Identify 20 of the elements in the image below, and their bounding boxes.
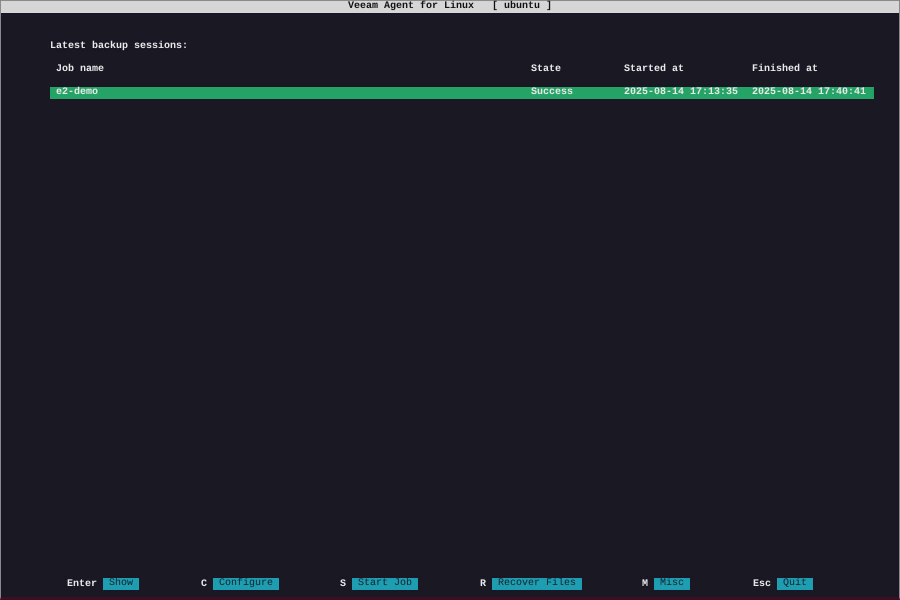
section-heading: Latest backup sessions: bbox=[50, 41, 190, 53]
shortcut-key: C bbox=[201, 578, 208, 590]
shortcut-button[interactable]: Show bbox=[103, 578, 140, 590]
host-name: [ ubuntu ] bbox=[492, 1, 552, 13]
shortcut-key: S bbox=[340, 578, 346, 590]
shortcut-key: Esc bbox=[753, 578, 772, 590]
column-header: State bbox=[531, 64, 562, 76]
session-row[interactable]: e2-demo Success 2025-08-14 17:13:35 2025-08-14 17:40:41 bbox=[50, 87, 874, 99]
shortcut-button[interactable]: Quit bbox=[777, 578, 814, 590]
shortcut-key: Enter bbox=[67, 578, 98, 590]
shortcut-button[interactable]: Recover Files bbox=[492, 578, 582, 590]
shortcut-button[interactable]: Start Job bbox=[352, 578, 418, 590]
column-header: Started at bbox=[624, 64, 686, 76]
window-title: Veeam Agent for Linux bbox=[348, 1, 474, 13]
column-header: Finished at bbox=[752, 64, 820, 76]
shortcut-button[interactable]: Misc bbox=[654, 578, 690, 590]
shortcut-key: R bbox=[480, 578, 486, 590]
column-header: Job name bbox=[56, 64, 106, 76]
shortcut-button[interactable]: Configure bbox=[213, 578, 280, 590]
shortcut-key: M bbox=[642, 578, 648, 590]
